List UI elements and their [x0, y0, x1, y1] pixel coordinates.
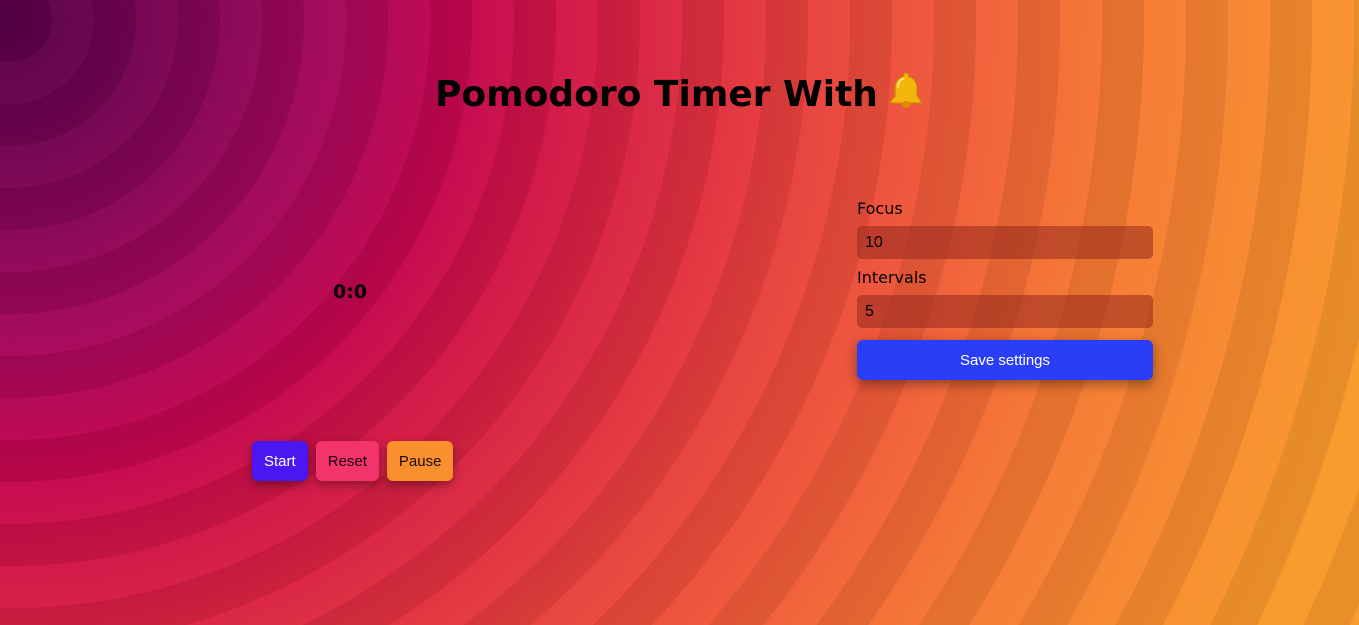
- focus-input[interactable]: [857, 226, 1153, 259]
- bell-icon: [888, 70, 924, 110]
- page-title: Pomodoro Timer With: [0, 70, 1359, 115]
- save-settings-button[interactable]: Save settings: [857, 340, 1153, 380]
- page-title-text: Pomodoro Timer With: [435, 74, 878, 115]
- settings-panel: Focus Intervals Save settings: [857, 199, 1153, 380]
- intervals-input[interactable]: [857, 295, 1153, 328]
- focus-label: Focus: [857, 199, 903, 218]
- timer-display: 0:0: [332, 281, 368, 303]
- pause-button[interactable]: Pause: [386, 441, 454, 481]
- reset-button[interactable]: Reset: [315, 441, 379, 481]
- start-button[interactable]: Start: [252, 441, 308, 481]
- timer-controls: Start Reset Pause: [252, 441, 454, 481]
- intervals-label: Intervals: [857, 268, 927, 287]
